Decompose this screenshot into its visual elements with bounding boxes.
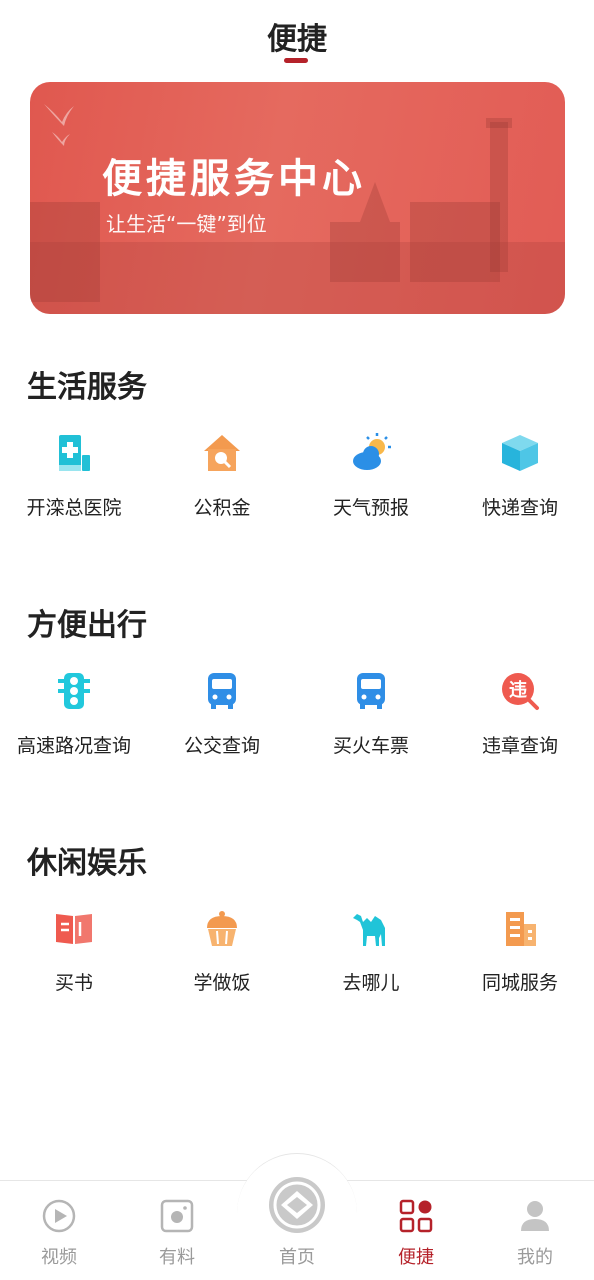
bus-icon — [208, 673, 236, 709]
service-item-express[interactable]: 快递查询 — [446, 433, 594, 543]
section-title-leisure: 休闲娱乐 — [27, 846, 147, 881]
service-label: 开滦总医院 — [26, 497, 122, 519]
page-header: 便捷 — [0, 0, 594, 80]
bottom-tab-bar: 视频 有料 首页 便捷 我的 — [0, 1153, 594, 1280]
title-underline — [284, 58, 308, 63]
service-item-city-services[interactable]: 同城服务 — [446, 908, 594, 1018]
housing-fund-icon — [204, 435, 240, 471]
service-item-hospital[interactable]: 开滦总医院 — [0, 433, 148, 543]
service-item-train-ticket[interactable]: 买火车票 — [297, 671, 445, 781]
video-play-icon — [42, 1199, 76, 1233]
service-label: 公积金 — [193, 497, 251, 519]
service-item-where-to-go[interactable]: 去哪儿 — [297, 908, 445, 1018]
home-logo-icon — [269, 1177, 325, 1233]
apps-grid-icon — [399, 1199, 433, 1233]
tab-home[interactable]: 首页 — [238, 1177, 356, 1280]
tab-label: 便捷 — [398, 1247, 434, 1268]
cupcake-icon — [207, 911, 237, 946]
service-label: 高速路况查询 — [16, 735, 131, 757]
service-item-weather[interactable]: 天气预报 — [297, 433, 445, 543]
city-building-icon — [506, 912, 536, 946]
service-label: 违章查询 — [481, 735, 558, 757]
camel-icon — [353, 914, 385, 946]
tab-mine[interactable]: 我的 — [476, 1181, 594, 1280]
service-item-cooking[interactable]: 学做饭 — [148, 908, 296, 1018]
service-label: 天气预报 — [332, 497, 409, 519]
service-label: 买火车票 — [332, 735, 409, 757]
tab-label: 视频 — [41, 1247, 77, 1268]
service-label: 公交查询 — [183, 735, 260, 757]
service-item-bus[interactable]: 公交查询 — [148, 671, 296, 781]
camera-icon — [160, 1199, 194, 1233]
service-label: 学做饭 — [193, 972, 251, 994]
service-label: 快递查询 — [481, 497, 558, 519]
service-item-housing-fund[interactable]: 公积金 — [148, 433, 296, 543]
service-label: 去哪儿 — [342, 972, 400, 994]
package-icon — [502, 435, 538, 471]
service-label: 同城服务 — [481, 972, 558, 994]
banner-subtitle: 让生活“一键”到位 — [106, 212, 267, 236]
service-label: 买书 — [54, 972, 93, 994]
user-icon — [521, 1201, 549, 1231]
traffic-light-icon — [58, 673, 90, 709]
tab-video[interactable]: 视频 — [0, 1181, 118, 1280]
page-title: 便捷 — [267, 22, 327, 57]
section-title-life-services: 生活服务 — [27, 370, 147, 405]
service-item-violation[interactable]: 违 违章查询 — [446, 671, 594, 781]
tab-convenience[interactable]: 便捷 — [357, 1181, 475, 1280]
service-item-buy-books[interactable]: 买书 — [0, 908, 148, 1018]
train-icon — [357, 673, 385, 709]
service-item-highway-traffic[interactable]: 高速路况查询 — [0, 671, 148, 781]
tab-label: 首页 — [279, 1247, 315, 1268]
section-title-travel: 方便出行 — [27, 608, 147, 643]
violation-search-icon: 违 — [502, 673, 539, 710]
book-icon — [56, 914, 92, 944]
weather-icon — [353, 433, 391, 470]
tab-youliao[interactable]: 有料 — [118, 1181, 236, 1280]
tab-label: 有料 — [159, 1247, 195, 1268]
tab-label: 我的 — [517, 1247, 553, 1268]
banner-title: 便捷服务中心 — [102, 156, 366, 202]
hospital-icon — [59, 435, 90, 471]
violation-glyph: 违 — [509, 679, 527, 701]
service-center-banner[interactable]: 便捷服务中心 让生活“一键”到位 — [30, 82, 565, 314]
